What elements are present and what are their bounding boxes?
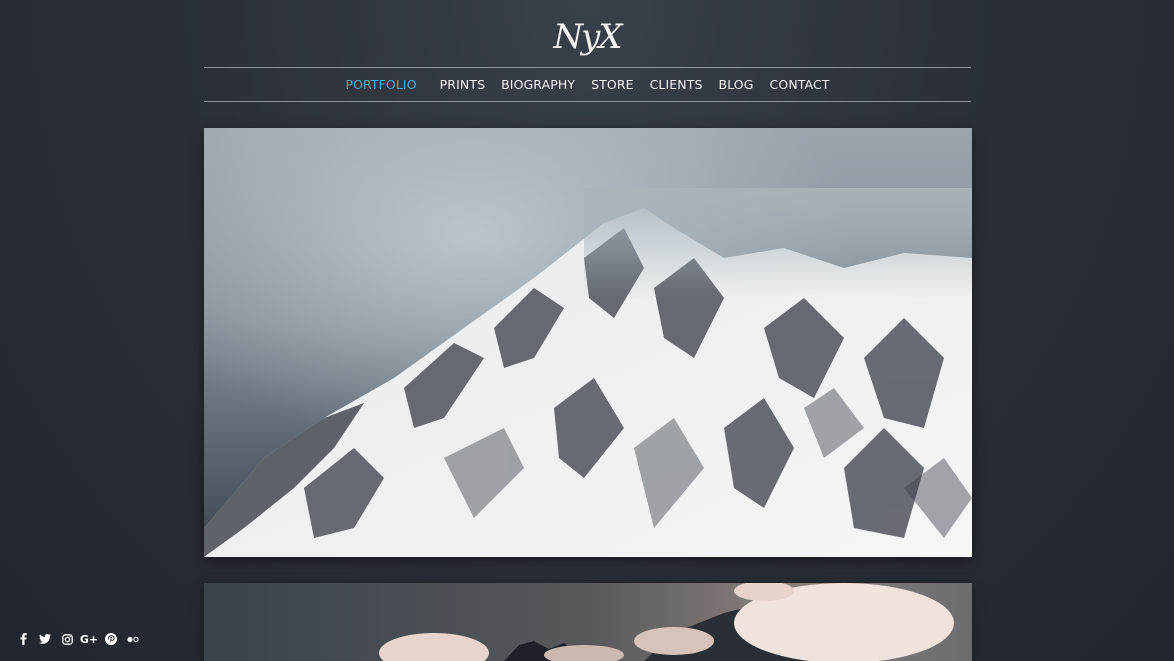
social-links: G+ <box>14 632 146 646</box>
nav-prints[interactable]: PRINTS <box>440 77 485 92</box>
nav-clients[interactable]: CLIENTS <box>650 77 703 92</box>
main-nav: PORTFOLIO PRINTS BIOGRAPHY STORE CLIENTS… <box>204 68 971 101</box>
twitter-icon[interactable] <box>36 632 54 646</box>
nav-blog[interactable]: BLOG <box>719 77 754 92</box>
nav-divider-bottom <box>204 101 971 102</box>
site-logo[interactable]: NyX <box>0 14 1174 60</box>
instagram-icon[interactable] <box>58 632 76 646</box>
nav-contact[interactable]: CONTACT <box>770 77 830 92</box>
cloud-peaks-image <box>204 583 972 661</box>
flickr-icon[interactable] <box>124 632 142 646</box>
snowy-mountain-image <box>204 128 972 557</box>
nav-store[interactable]: STORE <box>591 77 634 92</box>
nav-portfolio[interactable]: PORTFOLIO <box>345 77 416 92</box>
google-plus-icon[interactable]: G+ <box>80 632 98 646</box>
pinterest-icon[interactable] <box>102 632 120 646</box>
portfolio-photo-cloud-peaks[interactable] <box>204 583 972 661</box>
facebook-icon[interactable] <box>14 632 32 646</box>
nav-biography[interactable]: BIOGRAPHY <box>501 77 575 92</box>
portfolio-photo-snowy-mountain[interactable] <box>204 128 972 557</box>
